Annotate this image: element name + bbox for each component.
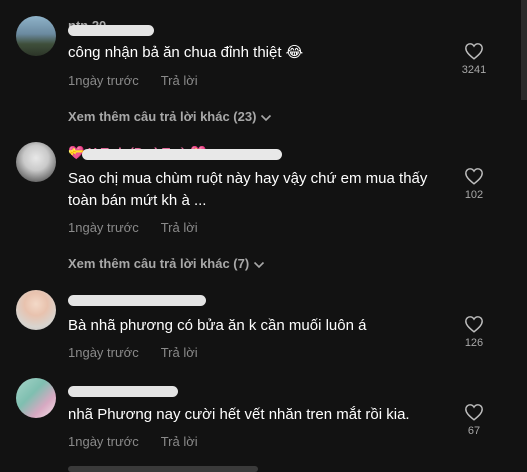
comment-item: ntn 20 công nhận bả ăn chua đỉnh thiệt 😂…: [0, 0, 527, 135]
reply-button[interactable]: Trả lời: [161, 220, 198, 235]
comment-text: Bà nhã phương có bửa ăn k cần muối luôn …: [68, 317, 367, 334]
avatar[interactable]: [16, 290, 56, 330]
comment-meta: 1ngày trước Trả lời: [68, 73, 198, 88]
comment-item: nhã Phương nay cười hết vết nhăn tren mắ…: [0, 372, 527, 462]
view-more-replies-label: Xem thêm câu trả lời khác (7): [68, 256, 250, 271]
reply-button[interactable]: Trả lời: [161, 434, 198, 449]
comment-time: 1ngày trước: [68, 73, 139, 88]
username-redacted: [68, 295, 206, 306]
comment-meta: 1ngày trước Trả lời: [68, 345, 198, 360]
like-button[interactable]: 126: [449, 315, 499, 349]
comment-text: Sao chị mua chùm ruột này hay vậy chứ em…: [68, 170, 428, 209]
heart-icon: [465, 43, 483, 60]
comment-meta: 1ngày trước Trả lời: [68, 434, 198, 449]
like-button[interactable]: 102: [449, 167, 499, 201]
view-more-replies[interactable]: Xem thêm câu trả lời khác (23): [68, 109, 272, 124]
avatar[interactable]: [16, 378, 56, 418]
comment-item: 💝 H T...h (D...) T...ỳ 💝 Sao chị mua chù…: [0, 135, 527, 275]
comment-text: công nhận bả ăn chua đỉnh thiệt 😂: [68, 44, 304, 61]
heart-icon: [465, 404, 483, 421]
chevron-down-icon: [254, 261, 265, 268]
username-redacted: [68, 386, 178, 397]
comment-time: 1ngày trước: [68, 434, 139, 449]
heart-icon: [465, 316, 483, 333]
like-button[interactable]: 67: [449, 403, 499, 437]
view-more-replies[interactable]: Xem thêm câu trả lời khác (7): [68, 256, 265, 271]
comment-meta: 1ngày trước Trả lời: [68, 220, 198, 235]
like-button[interactable]: 3241: [449, 42, 499, 76]
next-comment-partial: [68, 466, 258, 472]
username-redacted: [68, 25, 154, 36]
comment-item: Bà nhã phương có bửa ăn k cần muối luôn …: [0, 282, 527, 372]
like-count: 102: [464, 189, 484, 201]
reply-button[interactable]: Trả lời: [161, 345, 198, 360]
avatar[interactable]: [16, 16, 56, 56]
view-more-replies-label: Xem thêm câu trả lời khác (23): [68, 109, 257, 124]
reply-button[interactable]: Trả lời: [161, 73, 198, 88]
comment-time: 1ngày trước: [68, 345, 139, 360]
avatar[interactable]: [16, 142, 56, 182]
chevron-down-icon: [261, 114, 272, 121]
like-count: 3241: [461, 64, 487, 76]
like-count: 67: [467, 425, 481, 437]
heart-icon: [465, 168, 483, 185]
comment-text: nhã Phương nay cười hết vết nhăn tren mắ…: [68, 406, 410, 423]
username-redacted: [82, 149, 282, 160]
comment-time: 1ngày trước: [68, 220, 139, 235]
like-count: 126: [464, 337, 484, 349]
